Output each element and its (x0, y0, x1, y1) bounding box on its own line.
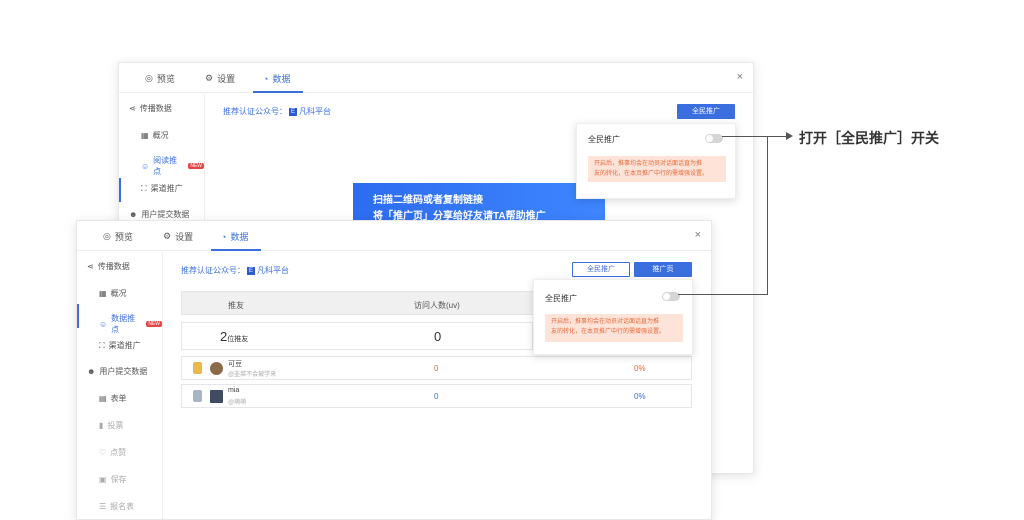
grid-icon: ▦ (141, 131, 149, 140)
user-name: mia (228, 387, 240, 394)
bars-icon: ▮ (99, 421, 104, 430)
row-percent: 0% (634, 392, 646, 401)
sidebar-item-like[interactable]: ♡ 点赞 (99, 447, 126, 458)
sidebar-item-read-push[interactable]: ☺ 阅读推点 NEW (141, 155, 204, 177)
active-indicator (119, 178, 121, 202)
account-info: 推荐认证公众号： E 凡科平台 (223, 107, 331, 116)
connector-bottom (678, 294, 768, 295)
avatar (210, 390, 223, 403)
summary-uv: 0 (434, 329, 442, 344)
popover-note: 开启后，推事均会在动员对话面话直为推 友的转化，在本页推广中行的需增强设置。 (545, 314, 683, 342)
scan-icon: ⛶ (141, 183, 147, 193)
tab-data[interactable]: ◔ 数据 (221, 230, 248, 243)
front-tab-bar: ◎ 预览 ⚙ 设置 ◔ 数据 × (77, 221, 711, 251)
sidebar-item-overview[interactable]: ▦ 概况 (99, 288, 127, 299)
all-promotion-button[interactable]: 全民推广 (572, 262, 630, 277)
list-icon: ☰ (99, 502, 107, 511)
new-badge: NEW (188, 163, 204, 169)
tab-settings[interactable]: ⚙ 设置 (163, 230, 193, 243)
close-icon[interactable]: × (695, 229, 701, 241)
col-friend: 推友 (228, 301, 244, 310)
banner-line-1: 扫描二维码或者复制链接 (373, 195, 483, 206)
gear-icon: ⚙ (205, 73, 214, 83)
row-uv: 0 (434, 392, 439, 401)
gear-icon: ⚙ (163, 231, 172, 241)
user-icon: ☺ (141, 161, 150, 171)
back-tab-bar: ◎ 预览 ⚙ 设置 ◔ 数据 × (119, 63, 753, 93)
table-row: mia @萌萌 0 0% (181, 384, 692, 408)
col-uv: 访问人数(uv) (414, 301, 460, 310)
close-icon[interactable]: × (737, 71, 743, 83)
promo-banner: 扫描二维码或者复制链接 将「推广页」分享给好友请TA帮助推广 (353, 183, 605, 223)
sidebar-section-spread[interactable]: ⋖ 传播数据 (129, 103, 172, 114)
sidebar-section-spread[interactable]: ⋖ 传播数据 (87, 261, 130, 272)
chart-icon: ◔ (221, 231, 227, 242)
sidebar-item-data-push[interactable]: ☺ 数据推点 NEW (99, 313, 162, 335)
silver-medal-icon (193, 390, 202, 402)
all-promotion-button[interactable]: 全民推广 (677, 104, 735, 119)
tab-preview[interactable]: ◎ 预览 (103, 230, 133, 243)
tab-data[interactable]: ◔ 数据 (263, 72, 290, 85)
user-handle: @萌萌 (228, 400, 247, 406)
tab-preview[interactable]: ◎ 预览 (145, 72, 175, 85)
user-name: 可豆 (228, 361, 242, 368)
sidebar-item-signup[interactable]: ☰ 报名表 (99, 501, 134, 512)
sidebar-item-form[interactable]: ▤ 表单 (99, 393, 127, 404)
front-sidebar: ⋖ 传播数据 ▦ 概况 ☺ 数据推点 NEW ⛶ 渠道推广 ☻ 用户提交数据 ▤ 表单 ▮ 投票… (77, 252, 163, 519)
active-indicator (77, 304, 79, 328)
sidebar-item-channel[interactable]: ⛶ 渠道推广 (141, 183, 183, 194)
save-icon: ▣ (99, 475, 107, 484)
row-uv: 0 (434, 364, 439, 373)
sidebar-item-channel[interactable]: ⛶ 渠道推广 (99, 340, 141, 351)
sidebar-section-submit[interactable]: ☻ 用户提交数据 (87, 366, 147, 377)
active-tab-underline (253, 91, 303, 93)
chart-icon: ◔ (263, 73, 269, 84)
share-icon: ⋖ (87, 262, 94, 271)
popover-note: 开启后，推事均会在动员对话面话直为推 友的转化，在本页推广中行的需增强设置。 (588, 156, 726, 182)
summary-row: 2位推友 0 (181, 322, 533, 350)
person-icon: ☻ (87, 367, 96, 376)
connector-vertical (767, 136, 768, 295)
heart-icon: ♡ (99, 448, 107, 457)
popover-title: 全民推广 (545, 294, 577, 303)
share-icon: ⋖ (129, 104, 136, 113)
sidebar-item-vote[interactable]: ▮ 投票 (99, 420, 123, 431)
all-promotion-toggle[interactable] (705, 134, 723, 143)
promotion-page-button[interactable]: 推广页 (634, 262, 692, 277)
person-icon: ☻ (129, 210, 138, 219)
account-info: 推荐认证公众号： E 凡科平台 (181, 266, 289, 275)
eye-icon: ◎ (145, 73, 153, 83)
sidebar-section-submit[interactable]: ☻ 用户提交数据 (129, 209, 189, 220)
arrow-icon (786, 132, 793, 140)
avatar (210, 362, 223, 375)
front-window: ◎ 预览 ⚙ 设置 ◔ 数据 × ⋖ 传播数据 ▦ 概况 ☺ 数据推点 NEW ⛶ 渠道推广 ☻… (76, 220, 712, 520)
connector-arrow-line (768, 136, 788, 137)
eye-icon: ◎ (103, 231, 111, 241)
active-tab-underline (211, 249, 261, 251)
user-icon: ☺ (99, 319, 108, 329)
row-percent: 0% (634, 364, 646, 373)
sidebar-item-save[interactable]: ▣ 保存 (99, 474, 127, 485)
connector-top (722, 136, 768, 137)
user-handle: @韭菜不会被学来 (228, 372, 277, 378)
front-popover: 全民推广 开启后，推事均会在动员对话面话直为推 友的转化，在本页推广中行的需增强… (533, 279, 693, 355)
scan-icon: ⛶ (99, 340, 105, 350)
grid-icon: ▦ (99, 289, 107, 298)
summary-count: 2位推友 (220, 329, 249, 344)
tab-settings[interactable]: ⚙ 设置 (205, 72, 235, 85)
account-logo: E (289, 107, 297, 116)
table-row: 可豆 @韭菜不会被学来 0 0% (181, 356, 692, 380)
new-badge: NEW (146, 321, 162, 327)
annotation-label: 打开［全民推广］开关 (799, 130, 939, 146)
back-popover: 全民推广 开启后，推事均会在动员对话面话直为推 友的转化，在本页推广中行的需增强… (576, 123, 736, 199)
account-logo: E (247, 266, 255, 275)
form-icon: ▤ (99, 394, 107, 403)
sidebar-item-overview[interactable]: ▦ 概况 (141, 130, 169, 141)
popover-title: 全民推广 (588, 135, 620, 144)
gold-medal-icon (193, 362, 202, 374)
